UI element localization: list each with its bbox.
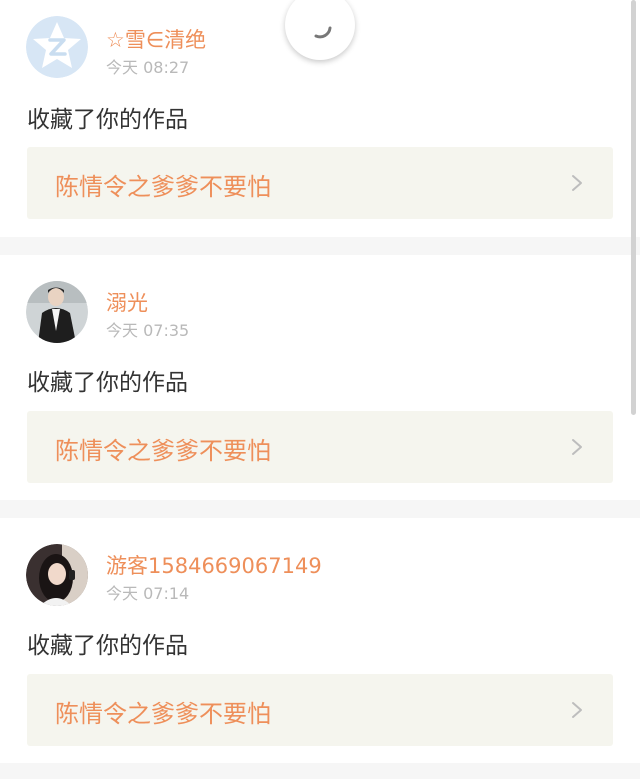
pull-to-refresh-spinner [285,0,355,60]
timestamp: 今天 07:35 [106,321,190,340]
scrollbar[interactable] [631,0,636,415]
work-link[interactable]: 陈情令之爹爹不要怕 [27,147,613,219]
work-link[interactable]: 陈情令之爹爹不要怕 [27,674,613,746]
refresh-spinner-icon [314,26,332,39]
action-text: 收藏了你的作品 [27,370,188,396]
notification-feed: ☆雪∈清绝 今天 08:27 收藏了你的作品 陈情令之爹爹不要怕 溺光 今天 0… [0,0,640,779]
girl-photo-avatar-icon [26,544,88,606]
work-title: 陈情令之爹爹不要怕 [55,700,271,728]
qq-default-avatar-icon [26,16,88,78]
avatar[interactable] [26,281,88,343]
action-text: 收藏了你的作品 [27,107,188,133]
notification-card: 溺光 今天 07:35 收藏了你的作品 陈情令之爹爹不要怕 [0,255,640,500]
work-title: 陈情令之爹爹不要怕 [55,173,271,201]
work-title: 陈情令之爹爹不要怕 [55,437,271,465]
avatar[interactable] [26,544,88,606]
timestamp: 今天 07:14 [106,584,190,603]
username[interactable]: 游客1584669067149 [106,550,322,580]
person-in-suit-avatar-icon [26,281,88,343]
username[interactable]: 溺光 [106,287,148,317]
action-text: 收藏了你的作品 [27,633,188,659]
chevron-right-icon [572,702,582,718]
timestamp: 今天 08:27 [106,58,190,77]
chevron-right-icon [572,439,582,455]
avatar[interactable] [26,16,88,78]
username[interactable]: ☆雪∈清绝 [106,24,206,54]
chevron-right-icon [572,175,582,191]
notification-card: 游客1584669067149 今天 07:14 收藏了你的作品 陈情令之爹爹不… [0,518,640,763]
work-link[interactable]: 陈情令之爹爹不要怕 [27,411,613,483]
